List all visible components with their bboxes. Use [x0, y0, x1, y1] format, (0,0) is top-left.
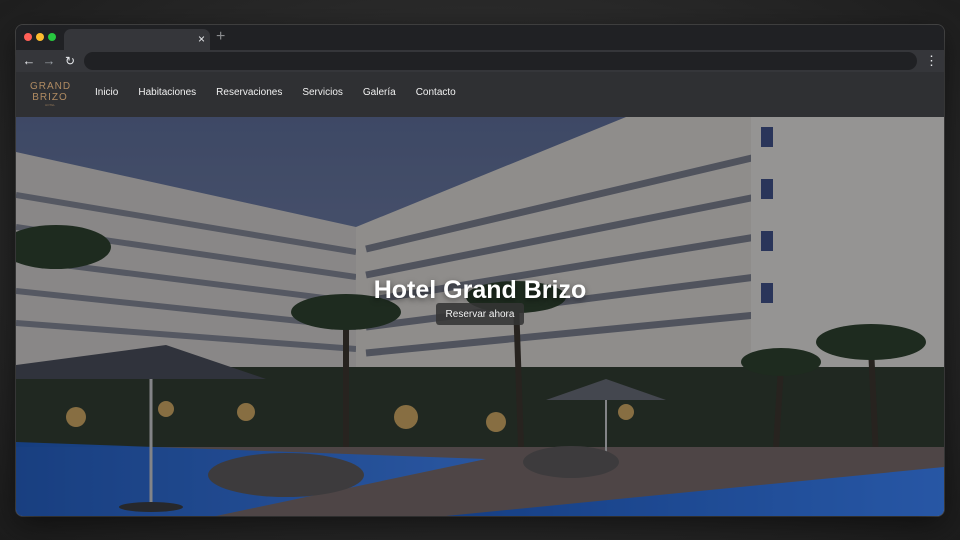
browser-window: × + ← → ↻ ⋮ GRAND BRIZO HOTEL Inicio Hab…	[16, 25, 944, 516]
browser-toolbar: ← → ↻ ⋮	[16, 50, 944, 72]
nav-link-servicios[interactable]: Servicios	[302, 87, 343, 98]
forward-arrow-icon[interactable]: →	[41, 52, 57, 70]
address-input[interactable]	[84, 53, 917, 71]
maximize-window-button[interactable]	[48, 33, 56, 41]
nav-link-inicio[interactable]: Inicio	[95, 87, 118, 98]
reload-icon[interactable]: ↻	[62, 52, 78, 70]
logo-line-1: GRAND	[30, 81, 72, 92]
minimize-window-button[interactable]	[36, 33, 44, 41]
logo-line-2: BRIZO	[32, 92, 68, 103]
reserve-now-button[interactable]: Reservar ahora	[436, 303, 524, 325]
browser-tab[interactable]: ×	[64, 29, 210, 50]
close-icon[interactable]: ×	[198, 31, 205, 47]
address-bar[interactable]	[84, 52, 917, 71]
main-menu: Inicio Habitaciones Reservaciones Servic…	[95, 87, 456, 98]
site-navbar: GRAND BRIZO HOTEL Inicio Habitaciones Re…	[16, 72, 944, 118]
nav-link-contacto[interactable]: Contacto	[416, 87, 456, 98]
window-controls	[24, 33, 56, 41]
nav-link-galeria[interactable]: Galería	[363, 87, 396, 98]
kebab-menu-icon[interactable]: ⋮	[925, 52, 938, 70]
hotel-logo[interactable]: GRAND BRIZO HOTEL	[30, 81, 70, 108]
hero-title: Hotel Grand Brizo	[373, 275, 587, 304]
back-arrow-icon[interactable]: ←	[21, 52, 37, 70]
tab-strip: × +	[16, 25, 944, 50]
close-window-button[interactable]	[24, 33, 32, 41]
nav-link-reservaciones[interactable]: Reservaciones	[216, 87, 282, 98]
nav-link-habitaciones[interactable]: Habitaciones	[138, 87, 196, 98]
hero-section: Hotel Grand Brizo Reservar ahora	[16, 117, 944, 516]
plus-icon[interactable]: +	[216, 29, 225, 45]
logo-subtitle: HOTEL	[44, 103, 55, 107]
